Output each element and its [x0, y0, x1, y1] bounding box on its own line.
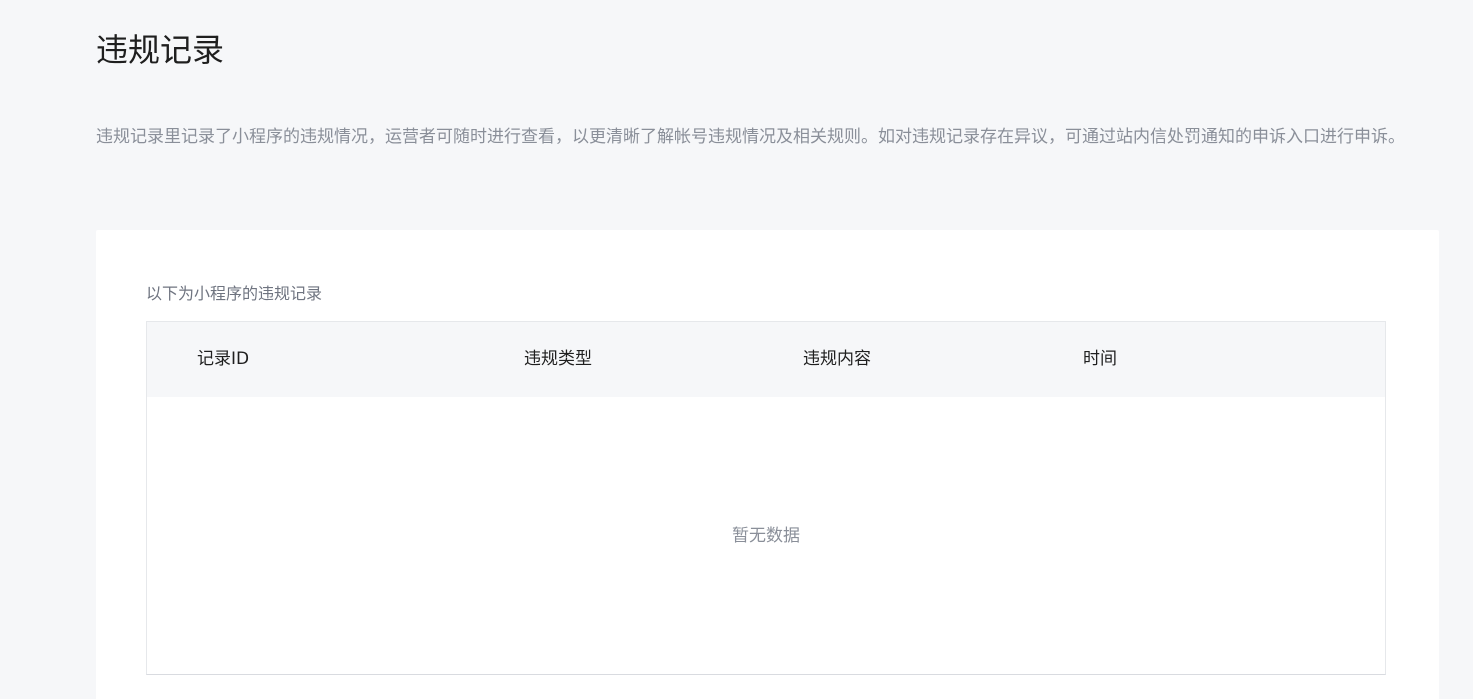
page: 违规记录 违规记录里记录了小程序的违规情况，运营者可随时进行查看，以更清晰了解帐… [0, 0, 1473, 699]
column-header-violation-content: 违规内容 [803, 349, 871, 369]
column-header-time: 时间 [1083, 349, 1117, 369]
page-description: 违规记录里记录了小程序的违规情况，运营者可随时进行查看，以更清晰了解帐号违规情况… [96, 127, 1405, 147]
table-header: 记录ID 违规类型 违规内容 时间 [147, 322, 1385, 397]
records-card: 以下为小程序的违规记录 记录ID 违规类型 违规内容 时间 暂无数据 [96, 230, 1439, 699]
records-table: 记录ID 违规类型 违规内容 时间 暂无数据 [146, 321, 1386, 675]
page-title: 违规记录 [96, 31, 225, 69]
column-header-violation-type: 违规类型 [524, 349, 592, 369]
records-caption: 以下为小程序的违规记录 [146, 284, 323, 303]
empty-state-text: 暂无数据 [732, 526, 800, 546]
column-header-record-id: 记录ID [197, 349, 250, 369]
